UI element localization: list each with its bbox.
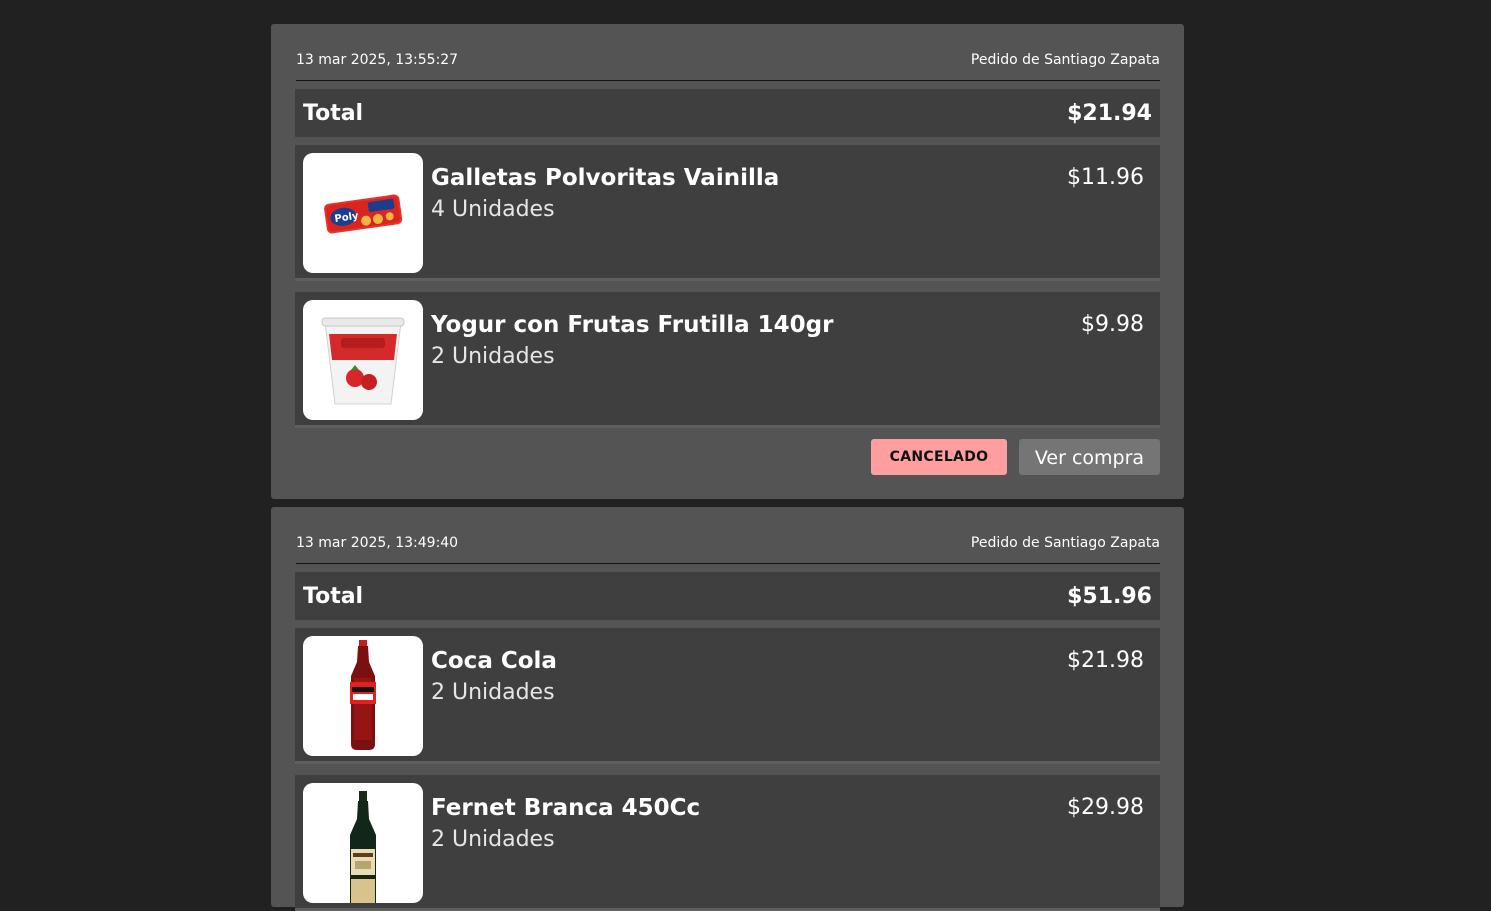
yogurt-cup-image <box>321 317 405 405</box>
product-image <box>303 300 423 420</box>
item-name: Yogur con Frutas Frutilla 140gr <box>431 312 834 338</box>
order-card: 13 mar 2025, 13:55:27 Pedido de Santiago… <box>271 24 1184 499</box>
product-image: Poly <box>303 153 423 273</box>
item-quantity: 4 Unidades <box>431 197 555 222</box>
item-price: $29.98 <box>1067 795 1144 820</box>
fernet-bottle-image <box>350 791 376 903</box>
total-label: Total <box>303 101 364 126</box>
item-quantity: 2 Unidades <box>431 680 555 705</box>
order-item: Coca Cola 2 Unidades $21.98 <box>295 628 1160 764</box>
order-total-bar: Total $51.96 <box>295 572 1160 620</box>
total-amount: $51.96 <box>1067 584 1152 609</box>
order-header: 13 mar 2025, 13:49:40 Pedido de Santiago… <box>296 507 1160 564</box>
order-card: 13 mar 2025, 13:49:40 Pedido de Santiago… <box>271 507 1184 911</box>
order-item: Fernet Branca 450Cc 2 Unidades $29.98 <box>295 775 1160 911</box>
cookie-pack-image: Poly <box>324 194 403 234</box>
order-header: 13 mar 2025, 13:55:27 Pedido de Santiago… <box>296 24 1160 81</box>
item-quantity: 2 Unidades <box>431 344 555 369</box>
order-item: Yogur con Frutas Frutilla 140gr 2 Unidad… <box>295 292 1160 428</box>
item-price: $21.98 <box>1067 648 1144 673</box>
item-name: Galletas Polvoritas Vainilla <box>431 165 780 191</box>
coca-cola-bottle-image <box>350 640 376 750</box>
order-date: 13 mar 2025, 13:49:40 <box>296 535 459 551</box>
item-quantity: 2 Unidades <box>431 827 555 852</box>
product-image <box>303 783 423 903</box>
product-image <box>303 636 423 756</box>
total-amount: $21.94 <box>1067 101 1152 126</box>
order-customer: Pedido de Santiago Zapata <box>970 535 1160 551</box>
total-label: Total <box>303 584 364 609</box>
order-total-bar: Total $21.94 <box>295 89 1160 137</box>
order-date: 13 mar 2025, 13:55:27 <box>296 52 459 68</box>
item-price: $9.98 <box>1081 312 1144 337</box>
item-name: Fernet Branca 450Cc <box>431 795 701 821</box>
order-customer: Pedido de Santiago Zapata <box>970 52 1160 68</box>
view-purchase-button[interactable]: Ver compra <box>1019 439 1160 475</box>
status-badge: CANCELADO <box>871 439 1007 475</box>
item-name: Coca Cola <box>431 648 557 674</box>
item-price: $11.96 <box>1067 165 1144 190</box>
order-item: Poly Galletas Polvoritas Vainilla 4 Unid… <box>295 145 1160 281</box>
